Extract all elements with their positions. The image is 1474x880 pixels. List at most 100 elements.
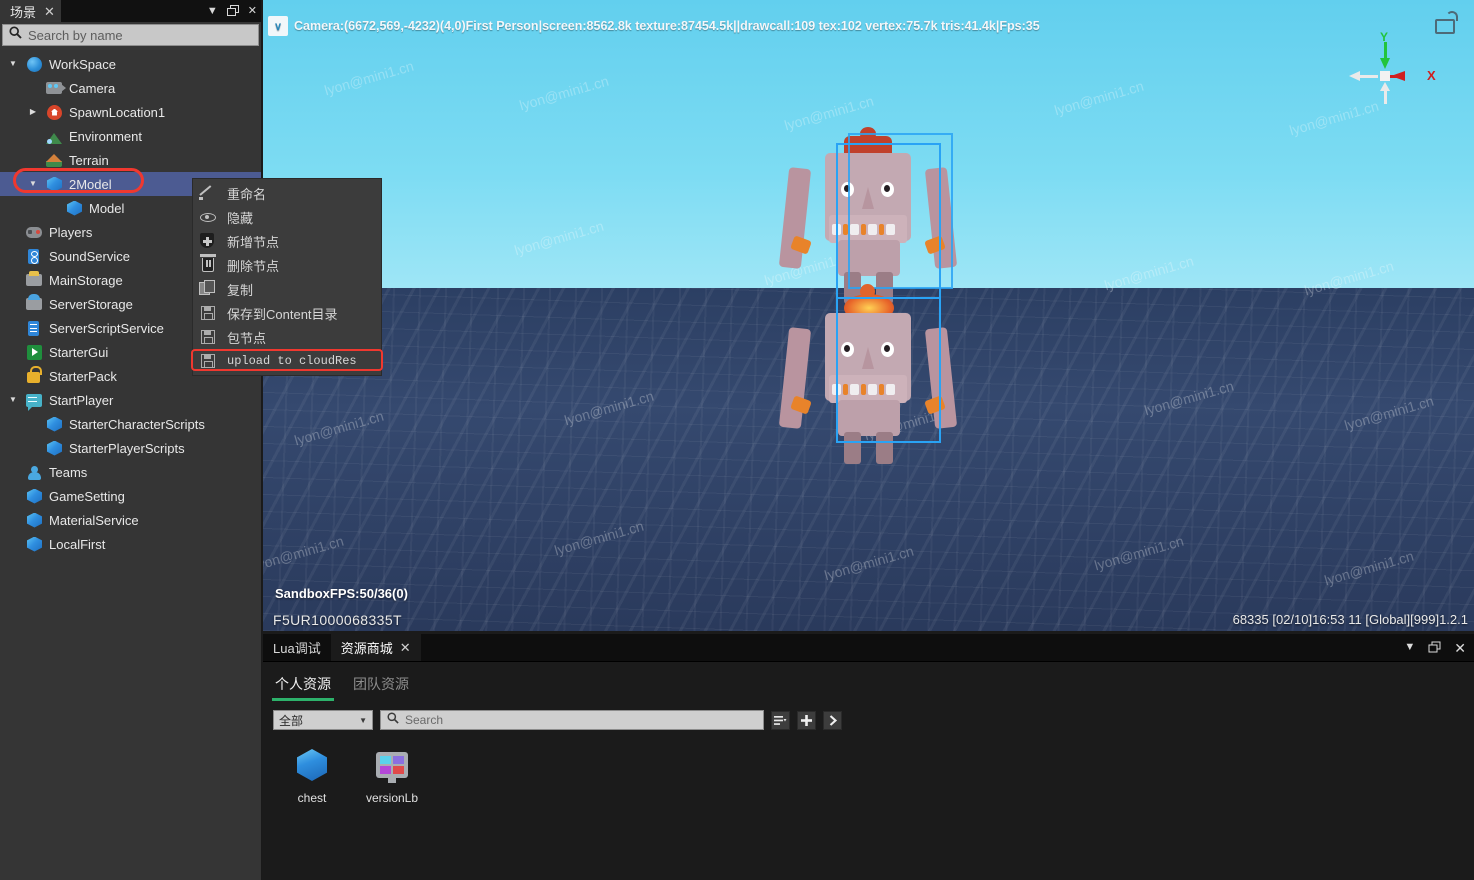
asset-filter-select[interactable]: 全部 ▼ xyxy=(273,710,373,730)
context-menu-item-label: 包节点 xyxy=(227,330,267,346)
tree-item-label: StarterCharacterScripts xyxy=(69,416,205,432)
tree-item-label: StarterGui xyxy=(49,344,109,360)
tree-item-starterplayerscripts[interactable]: StarterPlayerScripts xyxy=(0,436,261,460)
restore-icon[interactable] xyxy=(1428,641,1441,654)
gamepad-icon xyxy=(26,224,43,241)
asset-item-label: versionLb xyxy=(365,791,419,805)
tree-item-materialservice[interactable]: MaterialService xyxy=(0,508,261,532)
build-meta-text: 68335 [02/10]16:53 11 [Global][999]1.2.1 xyxy=(1232,612,1468,627)
cube-icon xyxy=(26,512,43,529)
gizmo-axis-y xyxy=(1379,42,1391,72)
cube-icon xyxy=(46,176,63,193)
screen-icon xyxy=(26,392,43,411)
close-icon[interactable]: ✕ xyxy=(248,5,257,17)
tab-scene-label: 场景 xyxy=(10,4,37,20)
close-icon[interactable]: ✕ xyxy=(400,640,411,656)
asset-search-input[interactable] xyxy=(405,713,757,727)
asset-search-row[interactable] xyxy=(380,710,764,730)
camera-info-bar: ∨ Camera:(6672,569,-4232)(4,0)First Pers… xyxy=(263,14,1040,38)
tree-item-workspace[interactable]: ▼ WorkSpace xyxy=(0,52,261,76)
tree-item-label: Players xyxy=(49,224,93,240)
subtab-personal-assets[interactable]: 个人资源 xyxy=(272,674,334,701)
search-icon xyxy=(387,711,399,729)
context-menu-item-label: 复制 xyxy=(227,282,254,298)
cube-icon xyxy=(66,200,83,217)
asset-store-body: 个人资源 团队资源 全部 ▼ Search chest versionLb xyxy=(263,661,1474,880)
chevron-down-icon[interactable]: ▼ xyxy=(6,60,20,68)
next-button[interactable] xyxy=(823,710,842,730)
asset-filter-value: 全部 xyxy=(279,713,304,728)
tree-item-label: ServerStorage xyxy=(49,296,133,312)
tree-item-label: MaterialService xyxy=(49,512,139,528)
tab-asset-store[interactable]: 资源商城 ✕ xyxy=(330,634,421,661)
asset-item[interactable]: chest xyxy=(281,744,343,805)
tree-item-label: Teams xyxy=(49,464,88,480)
subtab-team-assets-label: 团队资源 xyxy=(353,676,409,692)
tree-item-label: 2Model xyxy=(69,176,112,192)
tab-scene[interactable]: 场景 ✕ xyxy=(0,0,61,22)
session-id-text: F5UR1000068335T xyxy=(273,612,402,628)
tree-item-teams[interactable]: Teams xyxy=(0,460,261,484)
cube-icon xyxy=(281,744,343,786)
bottom-panel: Lua调试 资源商城 ✕ ▼ ✕ 个人资源 团队资源 全部 ▼ Search c… xyxy=(263,634,1474,880)
context-menu[interactable]: 重命名 隐藏 新增节点删除节点复制保存到Content目录包节点 upload to … xyxy=(191,178,383,376)
tree-item-environment[interactable]: Environment xyxy=(0,124,261,148)
play-icon xyxy=(26,344,43,361)
scene-search-row[interactable] xyxy=(2,24,259,46)
tree-item-label: GameSetting xyxy=(49,488,125,504)
chevron-down-icon[interactable]: ▼ xyxy=(26,180,40,188)
asset-item[interactable]: versionLb xyxy=(361,744,423,805)
unlock-icon[interactable] xyxy=(1435,11,1459,34)
add-button[interactable] xyxy=(797,710,816,730)
chevron-down-icon[interactable]: ∨ xyxy=(268,16,288,36)
trash-icon xyxy=(199,254,217,274)
search-input[interactable] xyxy=(28,27,252,43)
scene-panel-tabbar: 场景 ✕ ▼ ✕ xyxy=(0,0,261,22)
tab-lua-debug[interactable]: Lua调试 xyxy=(263,634,331,661)
eye-icon xyxy=(199,208,217,226)
chevron-down-icon[interactable]: ▼ xyxy=(1404,642,1415,653)
tree-item-localfirst[interactable]: LocalFirst xyxy=(0,532,261,556)
context-menu-item-0[interactable]: 重命名 xyxy=(193,181,381,205)
selection-bounding-box xyxy=(836,297,941,443)
chevron-down-icon[interactable]: ▼ xyxy=(6,396,20,404)
view-list-button[interactable] xyxy=(771,710,790,730)
tree-item-camera[interactable]: Camera xyxy=(0,76,261,100)
tree-item-startercharacterscripts[interactable]: StarterCharacterScripts xyxy=(0,412,261,436)
context-menu-item-4[interactable]: 复制 xyxy=(193,277,381,301)
context-menu-item-2[interactable]: 新增节点 xyxy=(193,229,381,253)
gizmo-x-label: X xyxy=(1427,68,1436,83)
globe-icon xyxy=(26,56,43,73)
search-icon xyxy=(9,26,22,44)
save-icon xyxy=(199,304,217,322)
context-menu-item-6[interactable]: 包节点 xyxy=(193,325,381,349)
axis-gizmo[interactable]: X Y xyxy=(1349,30,1436,108)
gizmo-axis-x xyxy=(1389,70,1423,82)
chevron-right-icon[interactable]: ▶ xyxy=(26,108,40,116)
camera-info-text: Camera:(6672,569,-4232)(4,0)First Person… xyxy=(294,19,1040,33)
character-lower[interactable] xyxy=(768,284,968,480)
restore-icon[interactable] xyxy=(226,5,239,17)
context-menu-item-1[interactable]: 隐藏 xyxy=(193,205,381,229)
context-menu-item-5[interactable]: 保存到Content目录 xyxy=(193,301,381,325)
subtab-team-assets[interactable]: 团队资源 xyxy=(353,674,409,701)
context-menu-item-3[interactable]: 删除节点 xyxy=(193,253,381,277)
bottom-panel-tabbar: Lua调试 资源商城 ✕ ▼ ✕ xyxy=(263,634,1474,661)
tree-item-gamesetting[interactable]: GameSetting xyxy=(0,484,261,508)
terrain-icon xyxy=(46,152,63,169)
asset-subtabs: 个人资源 团队资源 xyxy=(263,662,1474,701)
save-icon xyxy=(199,328,217,346)
add-node-icon xyxy=(199,232,217,250)
tree-item-startplayer[interactable]: ▼ StartPlayer xyxy=(0,388,261,412)
close-icon[interactable]: ✕ xyxy=(44,5,55,18)
tree-item-terrain[interactable]: Terrain xyxy=(0,148,261,172)
chevron-down-icon[interactable]: ▼ xyxy=(207,5,218,17)
context-menu-item-7[interactable]: upload to cloudRes xyxy=(193,349,381,373)
cube-icon xyxy=(46,416,63,433)
sound-icon xyxy=(26,248,43,265)
tree-item-spawnlocation1[interactable]: ▶ SpawnLocation1 xyxy=(0,100,261,124)
close-icon[interactable]: ✕ xyxy=(1454,641,1466,655)
scene-panel-controls: ▼ ✕ xyxy=(207,0,257,22)
context-menu-item-label: 删除节点 xyxy=(227,258,280,274)
3d-viewport[interactable]: lyon@mini1.cn lyon@mini1.cn lyon@mini1.c… xyxy=(263,0,1474,631)
